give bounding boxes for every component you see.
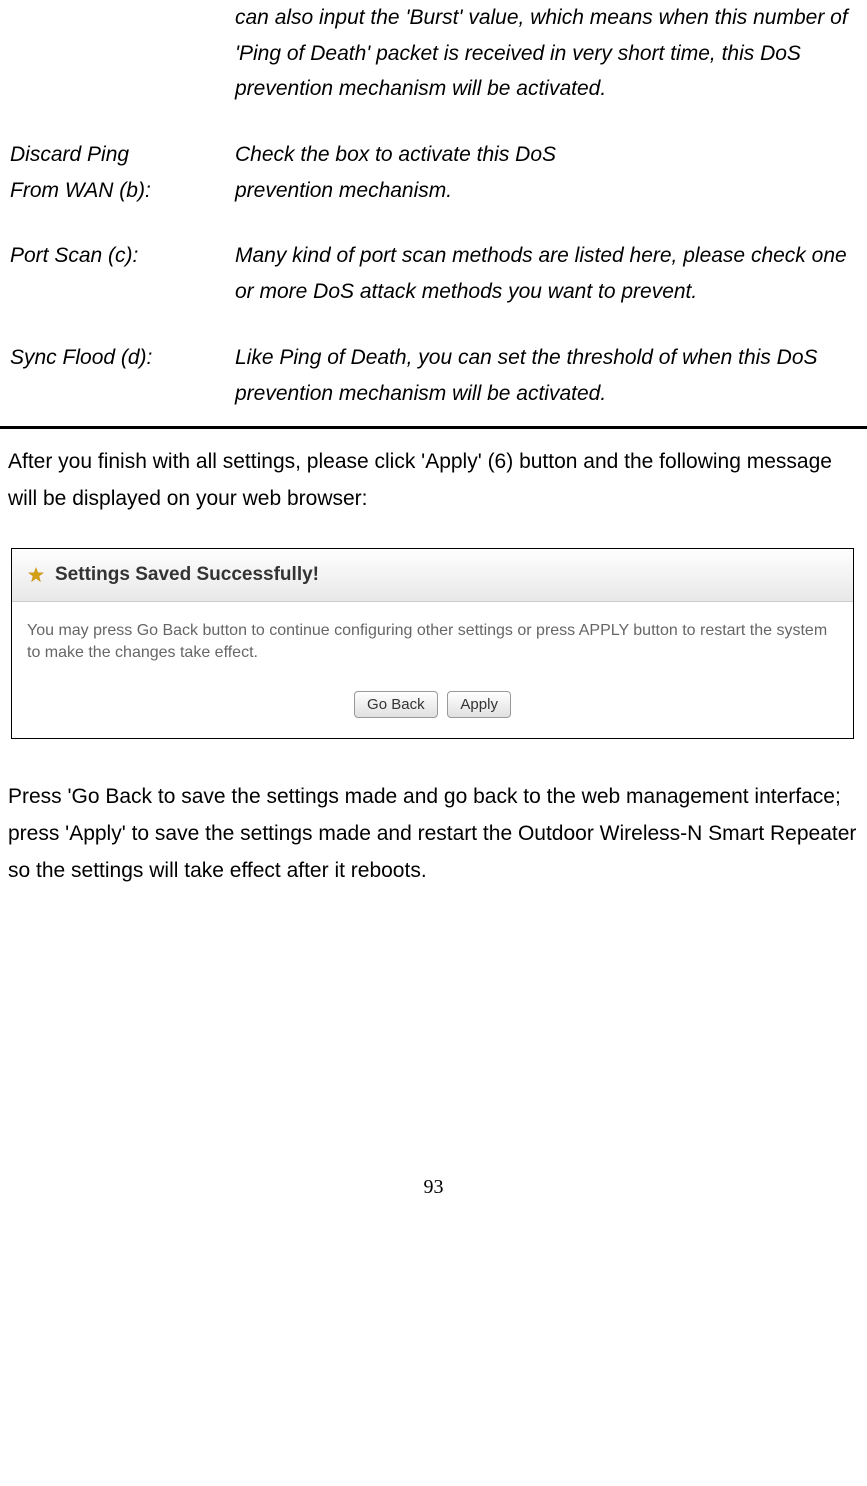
definition-description: Check the box to activate this DoS preve… <box>235 137 859 208</box>
definition-port-scan: Port Scan (c): Many kind of port scan me… <box>8 238 859 309</box>
paragraph-go-back-apply: Press 'Go Back to save the settings made… <box>8 779 859 889</box>
definition-term: Discard Ping From WAN (b): <box>8 137 235 208</box>
go-back-button[interactable]: Go Back <box>354 691 438 718</box>
definition-term: Sync Flood (d): <box>8 340 235 411</box>
settings-saved-dialog: Settings Saved Successfully! You may pre… <box>11 548 854 740</box>
dialog-header: Settings Saved Successfully! <box>12 549 853 602</box>
dialog-title: Settings Saved Successfully! <box>55 559 319 591</box>
definition-ping-of-death-fragment: can also input the 'Burst' value, which … <box>8 0 859 107</box>
definition-description: Like Ping of Death, you can set the thre… <box>235 340 859 411</box>
dialog-buttons: Go Back Apply <box>12 680 853 739</box>
paragraph-apply-instruction: After you finish with all settings, plea… <box>8 444 859 518</box>
dialog-body-text: You may press Go Back button to continue… <box>12 602 853 680</box>
divider <box>0 426 867 429</box>
definition-sync-flood: Sync Flood (d): Like Ping of Death, you … <box>8 340 859 411</box>
definition-description: can also input the 'Burst' value, which … <box>235 0 859 107</box>
apply-button[interactable]: Apply <box>447 691 511 718</box>
definition-discard-ping: Discard Ping From WAN (b): Check the box… <box>8 137 859 208</box>
page-number: 93 <box>0 1170 867 1224</box>
definition-term: Port Scan (c): <box>8 238 235 309</box>
star-icon <box>27 566 45 584</box>
definition-description: Many kind of port scan methods are liste… <box>235 238 859 309</box>
